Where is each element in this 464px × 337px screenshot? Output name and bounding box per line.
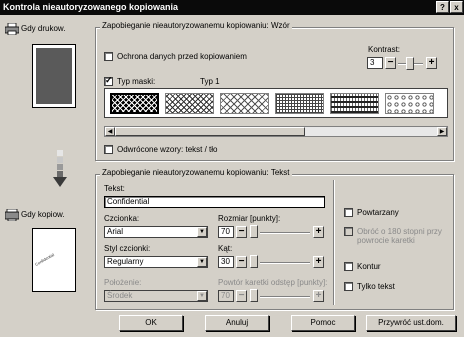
pattern-option-5[interactable]: [330, 93, 379, 114]
repeated-checkbox[interactable]: [344, 208, 353, 217]
repeat-spacing-increase-button[interactable]: +: [313, 290, 324, 302]
copier-preview: Confidential: [32, 228, 76, 292]
mask-type-checkbox[interactable]: [104, 75, 113, 86]
restore-defaults-button[interactable]: Przywróć ust.dom.: [366, 315, 456, 331]
size-track: [260, 232, 310, 234]
pattern-option-3[interactable]: [220, 93, 269, 114]
pattern-option-6[interactable]: [385, 93, 434, 114]
down-arrow-icon: [53, 150, 67, 188]
scroll-thumb[interactable]: [115, 127, 305, 136]
rotate-label-line-1: Obróć o 180 stopni przy: [357, 227, 442, 236]
mask-type-value: Typ 1: [200, 77, 220, 86]
text-group-legend: Zapobieganie nieautoryzowanemu kopiowani…: [100, 168, 292, 177]
angle-decrease-button[interactable]: −: [236, 256, 247, 268]
cancel-button[interactable]: Anuluj: [205, 315, 269, 331]
text-only-checkbox[interactable]: [344, 282, 353, 291]
printer-icon: [4, 22, 20, 36]
inverted-checkbox[interactable]: [104, 145, 113, 154]
mask-type-label: Typ maski:: [117, 77, 156, 86]
printer-label: Gdy drukow.: [21, 24, 66, 33]
copier-icon: [4, 208, 20, 222]
inverted-label: Odwrócone wzory: tekst / tło: [117, 145, 218, 154]
outline-label: Kontur: [357, 262, 381, 271]
protect-label: Ochrona danych przed kopiowaniem: [117, 52, 247, 61]
printer-preview: [32, 44, 76, 108]
copier-label: Gdy kopiow.: [21, 210, 65, 219]
font-select[interactable]: Arial ▼: [104, 226, 208, 238]
outline-checkbox[interactable]: [344, 262, 353, 271]
style-select[interactable]: Regularny ▼: [104, 256, 208, 268]
pattern-option-4[interactable]: [275, 93, 324, 114]
position-label: Położenie:: [104, 278, 142, 287]
angle-track: [260, 262, 310, 264]
help-button[interactable]: Pomoc: [291, 315, 355, 331]
contrast-label: Kontrast:: [368, 45, 401, 54]
title-bar: Kontrola nieautoryzowanego kopiowania: [0, 0, 464, 15]
scroll-right-icon[interactable]: ▶: [437, 127, 447, 136]
angle-slider-thumb[interactable]: [250, 255, 258, 268]
font-label: Czcionka:: [104, 214, 140, 223]
help-title-button[interactable]: ?: [436, 1, 449, 13]
pattern-group-legend: Zapobieganie nieautoryzowanemu kopiowani…: [100, 21, 292, 30]
window-title: Kontrola nieautoryzowanego kopiowania: [3, 2, 179, 12]
size-slider-thumb[interactable]: [250, 225, 258, 238]
pattern-option-2[interactable]: [165, 93, 214, 114]
chevron-down-icon[interactable]: ▼: [197, 291, 207, 301]
font-select-value: Arial: [107, 227, 124, 236]
pattern-scrollbar[interactable]: ◀ ▶: [104, 126, 448, 137]
preview-watermark-text: Confidential: [34, 252, 55, 267]
contrast-value[interactable]: 3: [367, 57, 383, 69]
ok-button[interactable]: OK: [119, 315, 183, 331]
pattern-list: [104, 88, 448, 118]
text-only-label: Tylko tekst: [357, 282, 395, 291]
text-input[interactable]: Confidential: [104, 196, 325, 208]
text-label: Tekst:: [104, 184, 125, 193]
repeated-label: Powtarzany: [357, 208, 399, 217]
dialog-window: Kontrola nieautoryzowanego kopiowania ? …: [0, 0, 464, 337]
rotate-label-line-2: powrocie karetki: [357, 236, 415, 245]
angle-increase-button[interactable]: +: [313, 256, 324, 268]
repeat-spacing-decrease-button[interactable]: −: [236, 290, 247, 302]
size-increase-button[interactable]: +: [313, 226, 324, 238]
angle-label: Kąt:: [218, 244, 233, 253]
chevron-down-icon[interactable]: ▼: [197, 257, 207, 267]
contrast-decrease-button[interactable]: −: [385, 57, 396, 69]
chevron-down-icon[interactable]: ▼: [197, 227, 207, 237]
repeat-spacing-track: [260, 296, 310, 298]
protect-checkbox[interactable]: [104, 52, 113, 61]
style-select-value: Regularny: [107, 257, 144, 266]
size-label: Rozmiar [punkty]:: [218, 214, 281, 223]
close-title-button[interactable]: x: [450, 1, 463, 13]
position-select-value: Środek: [107, 291, 133, 300]
text-group-divider: [333, 180, 334, 305]
size-value[interactable]: 70: [218, 226, 234, 238]
contrast-slider-thumb[interactable]: [406, 57, 414, 70]
angle-value[interactable]: 30: [218, 256, 234, 268]
scroll-left-icon[interactable]: ◀: [105, 127, 115, 136]
repeat-spacing-label: Powtór karetki odstęp [punkty]:: [218, 278, 328, 287]
contrast-increase-button[interactable]: +: [426, 57, 437, 69]
size-decrease-button[interactable]: −: [236, 226, 247, 238]
pattern-option-1[interactable]: [110, 93, 159, 114]
style-label: Styl czcionki:: [104, 244, 151, 253]
repeat-spacing-value[interactable]: 70: [218, 290, 234, 302]
position-select[interactable]: Środek ▼: [104, 290, 208, 302]
rotate-checkbox[interactable]: [344, 227, 353, 236]
repeat-spacing-slider-thumb[interactable]: [250, 289, 258, 302]
